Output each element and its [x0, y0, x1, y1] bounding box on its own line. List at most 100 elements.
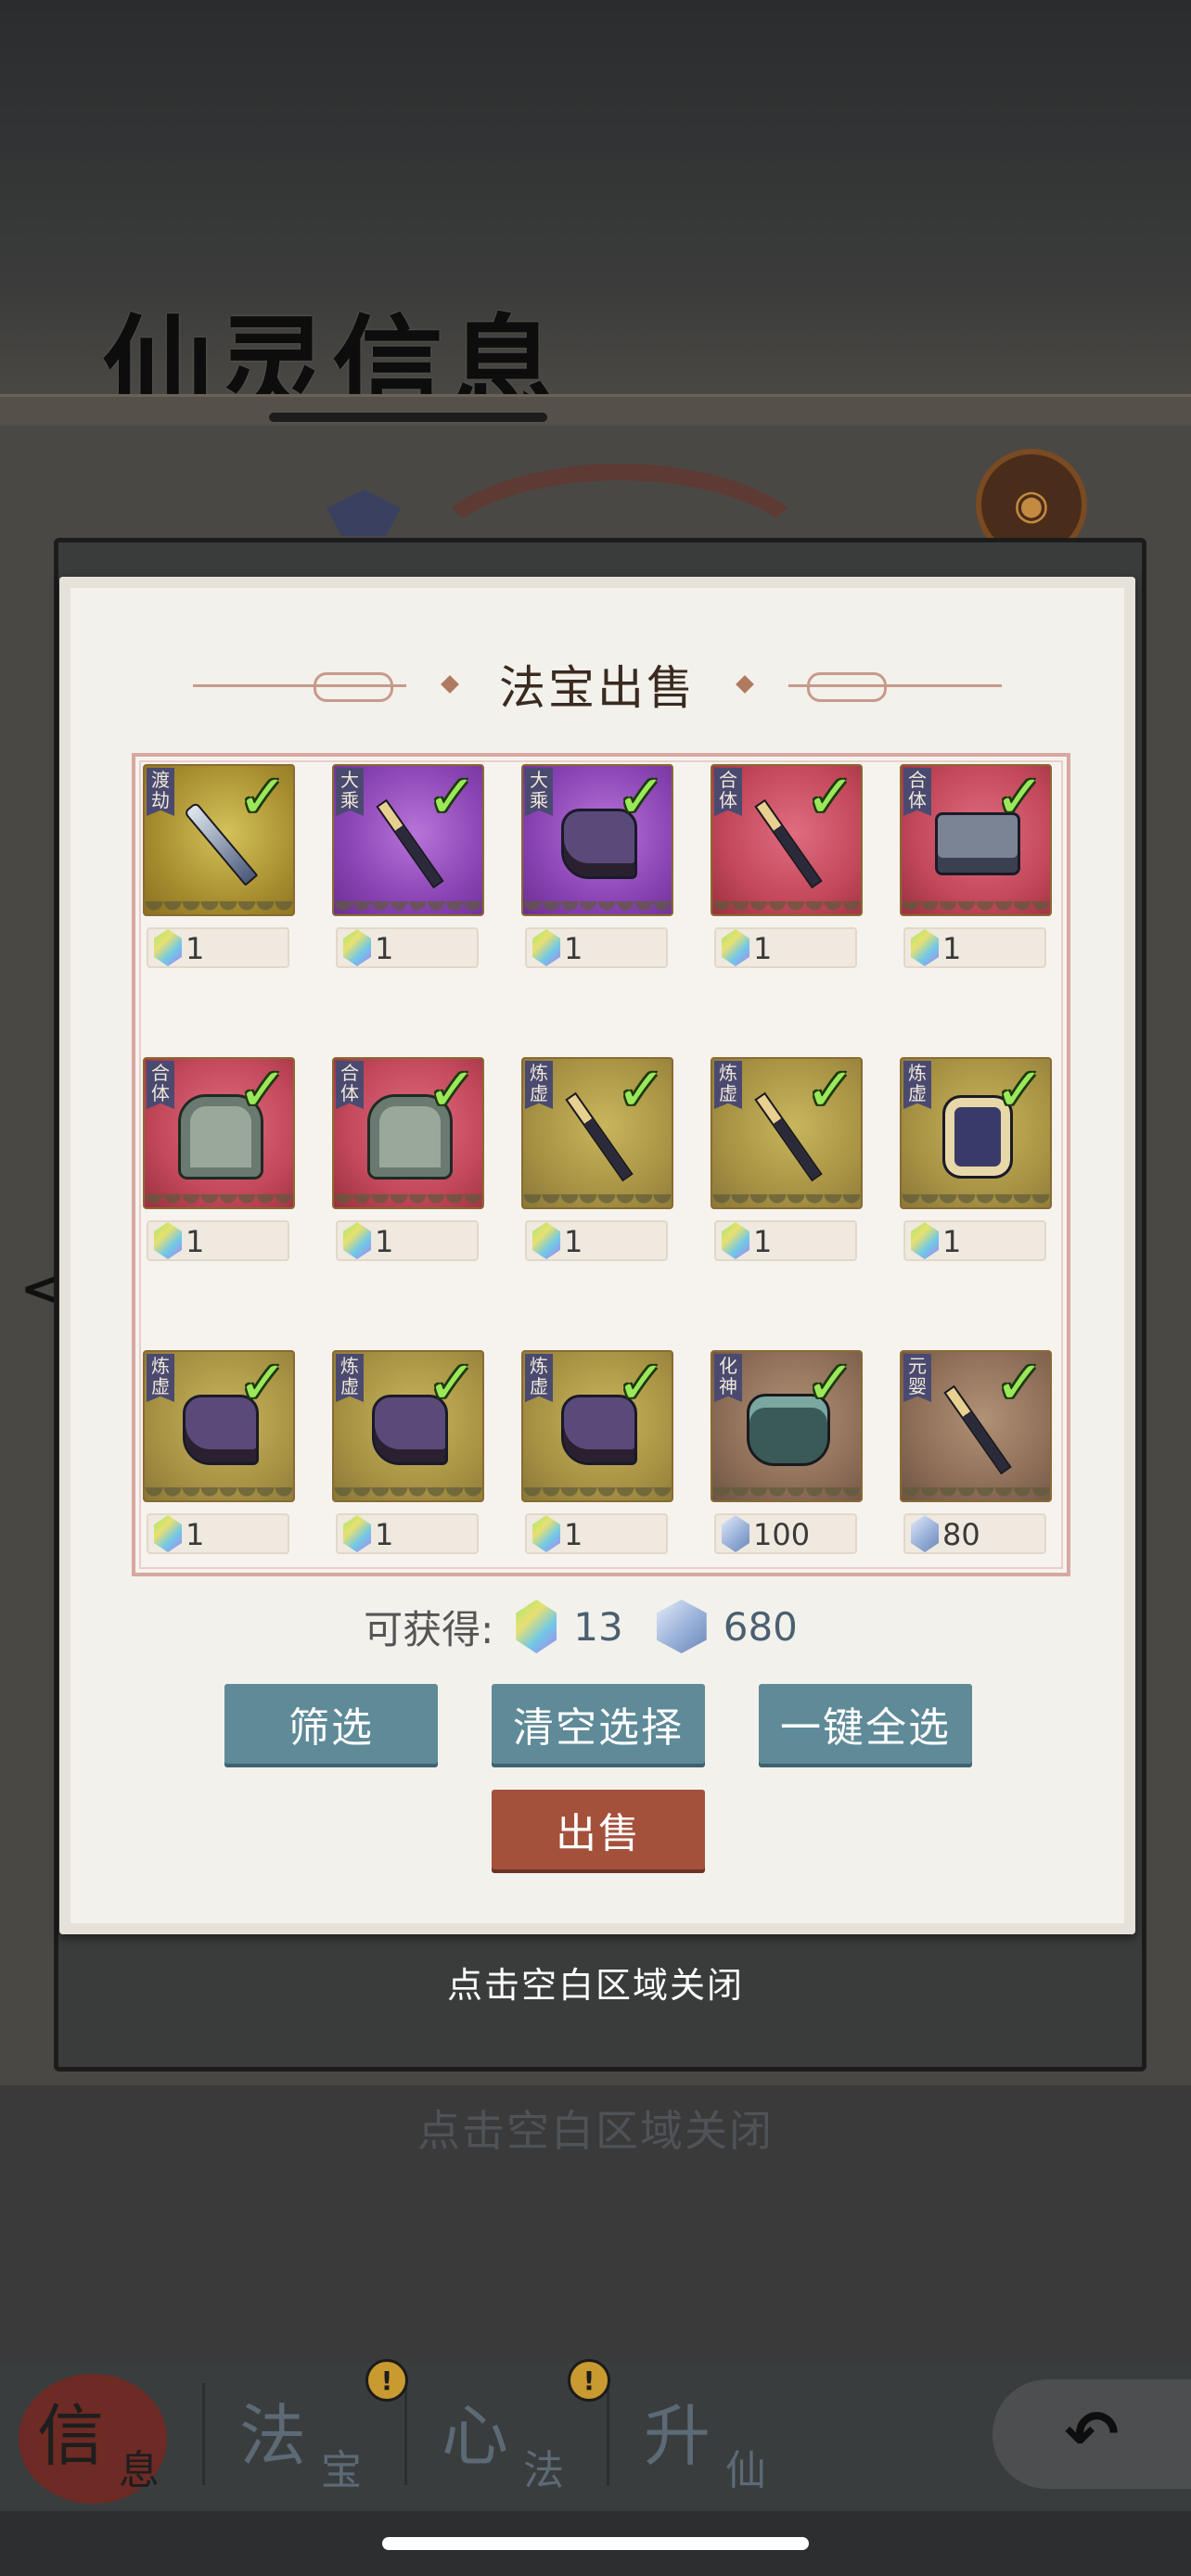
crystal-icon — [911, 1515, 939, 1552]
item-slot[interactable]: 炼虚 ✓ 1 — [711, 1057, 863, 1261]
title-underline — [269, 413, 547, 422]
checkmark-icon: ✓ — [237, 764, 288, 832]
back-arrow-icon: ↶ — [1064, 2396, 1120, 2472]
item-card[interactable]: 合体 ✓ — [332, 1057, 484, 1209]
item-grid[interactable]: 渡劫 ✓ 1 大乘 ✓ 1 大乘 ✓ 1 合体 ✓ 1 合体 ✓ 1 合体 ✓ 1 合体 ✓ 1 炼虚 ✓ 1 炼虚 ✓ 1 炼虚 ✓ 1… — [132, 753, 1070, 1576]
spirit-gem-icon — [343, 1515, 371, 1552]
price-tag: 80 — [903, 1513, 1046, 1554]
gain-label: 可获得: — [364, 1606, 494, 1652]
nav-tab-3[interactable]: 心法! — [414, 2359, 610, 2494]
spirit-gem-icon — [343, 929, 371, 966]
price-value: 1 — [375, 1224, 394, 1259]
gain-spirit-value: 13 — [573, 1603, 623, 1650]
nav-tab-4[interactable]: 升仙 — [616, 2381, 811, 2494]
item-slot[interactable]: 渡劫 ✓ 1 — [143, 764, 295, 968]
item-slot[interactable]: 合体 ✓ 1 — [332, 1057, 484, 1261]
close-hint[interactable]: 点击空白区域关闭 — [0, 1957, 1191, 2008]
item-card[interactable]: 渡劫 ✓ — [143, 764, 295, 916]
item-card[interactable]: 化神 ✓ — [711, 1350, 863, 1502]
item-card[interactable]: 炼虚 ✓ — [521, 1350, 673, 1502]
checkmark-icon: ✓ — [805, 1057, 855, 1125]
item-slot[interactable]: 元婴 ✓ 80 — [900, 1350, 1052, 1554]
nav-tab-label: 升 — [644, 2397, 711, 2475]
item-slot[interactable]: 炼虚 ✓ 1 — [521, 1057, 673, 1261]
rank-tag: 合体 — [714, 768, 742, 816]
home-indicator[interactable] — [382, 2537, 809, 2550]
item-card[interactable]: 炼虚 ✓ — [521, 1057, 673, 1209]
item-card[interactable]: 炼虚 ✓ — [900, 1057, 1052, 1209]
price-value: 1 — [375, 1517, 394, 1552]
clear-selection-button[interactable]: 清空选择 — [492, 1684, 705, 1764]
item-card[interactable]: 炼虚 ✓ — [143, 1350, 295, 1502]
checkmark-icon: ✓ — [616, 1057, 666, 1125]
price-value: 1 — [186, 931, 205, 966]
price-value: 1 — [186, 1517, 205, 1552]
spirit-gem-icon — [154, 1515, 182, 1552]
item-card[interactable]: 合体 ✓ — [900, 764, 1052, 916]
item-card[interactable]: 合体 ✓ — [143, 1057, 295, 1209]
nav-tab-label: 信 — [37, 2397, 105, 2475]
item-card[interactable]: 大乘 ✓ — [521, 764, 673, 916]
nav-tab-2[interactable]: 法宝! — [211, 2359, 408, 2494]
price-value: 1 — [564, 1517, 583, 1552]
nav-tab-sublabel: 息 — [119, 2447, 160, 2494]
nav-tab-label: 法 — [239, 2397, 307, 2475]
price-value: 1 — [942, 1224, 962, 1259]
sell-button[interactable]: 出售 — [492, 1790, 705, 1869]
checkmark-icon: ✓ — [994, 764, 1044, 832]
rank-tag: 渡劫 — [147, 768, 174, 816]
filter-button[interactable]: 筛选 — [224, 1684, 438, 1764]
price-value: 1 — [375, 931, 394, 966]
item-card[interactable]: 合体 ✓ — [711, 764, 863, 916]
title-bar — [0, 394, 1191, 428]
item-card[interactable]: 大乘 ✓ — [332, 764, 484, 916]
item-card[interactable]: 炼虚 ✓ — [711, 1057, 863, 1209]
item-slot[interactable]: 合体 ✓ 1 — [143, 1057, 295, 1261]
item-slot[interactable]: 炼虚 ✓ 1 — [332, 1350, 484, 1554]
item-slot[interactable]: 炼虚 ✓ 1 — [521, 1350, 673, 1554]
item-slot[interactable]: 化神 ✓ 100 — [711, 1350, 863, 1554]
rank-tag: 大乘 — [525, 768, 553, 816]
price-tag: 1 — [147, 1513, 289, 1554]
gain-crystal-value: 680 — [723, 1603, 798, 1650]
item-slot[interactable]: 合体 ✓ 1 — [900, 764, 1052, 968]
rank-tag: 合体 — [903, 768, 931, 816]
checkmark-icon: ✓ — [805, 764, 855, 832]
spirit-gem-icon — [532, 1515, 560, 1552]
item-card[interactable]: 炼虚 ✓ — [332, 1350, 484, 1502]
spirit-gem-icon — [343, 1222, 371, 1259]
item-slot[interactable]: 合体 ✓ 1 — [711, 764, 863, 968]
spirit-gem-icon — [532, 1222, 560, 1259]
dialog-title: 法宝出售 — [499, 661, 696, 715]
checkmark-icon: ✓ — [616, 764, 666, 832]
back-button[interactable]: ↶ — [992, 2379, 1191, 2489]
nav-tab-label: 心 — [442, 2397, 509, 2475]
item-slot[interactable]: 大乘 ✓ 1 — [521, 764, 673, 968]
nav-tab-sublabel: 宝 — [321, 2447, 362, 2494]
price-tag: 1 — [903, 927, 1046, 968]
price-tag: 1 — [336, 1220, 479, 1261]
price-value: 80 — [942, 1517, 980, 1552]
item-slot[interactable]: 大乘 ✓ 1 — [332, 764, 484, 968]
item-card[interactable]: 元婴 ✓ — [900, 1350, 1052, 1502]
rank-tag: 炼虚 — [525, 1354, 553, 1402]
select-all-button[interactable]: 一键全选 — [759, 1684, 972, 1764]
rank-tag: 合体 — [336, 1061, 364, 1109]
price-value: 1 — [753, 931, 773, 966]
nav-tab-1[interactable]: 信息 — [9, 2381, 204, 2494]
price-value: 1 — [186, 1224, 205, 1259]
price-tag: 1 — [525, 1513, 668, 1554]
spirit-gem-icon — [154, 1222, 182, 1259]
crystal-icon — [656, 1600, 707, 1653]
price-value: 1 — [564, 1224, 583, 1259]
price-tag: 1 — [147, 1220, 289, 1261]
checkmark-icon: ✓ — [237, 1350, 288, 1418]
spirit-gem-icon — [532, 929, 560, 966]
dialog-header: 法宝出售 — [59, 647, 1135, 721]
header-ornament-left — [193, 668, 471, 702]
item-slot[interactable]: 炼虚 ✓ 1 — [900, 1057, 1052, 1261]
item-slot[interactable]: 炼虚 ✓ 1 — [143, 1350, 295, 1554]
price-value: 100 — [753, 1517, 811, 1552]
price-tag: 1 — [147, 927, 289, 968]
sell-dialog: 法宝出售 渡劫 ✓ 1 大乘 ✓ 1 大乘 ✓ 1 合体 ✓ 1 合体 ✓ 1 合体 ✓ 1 合体 ✓ 1 炼虚 ✓ 1 炼虚 ✓… — [59, 577, 1135, 1934]
